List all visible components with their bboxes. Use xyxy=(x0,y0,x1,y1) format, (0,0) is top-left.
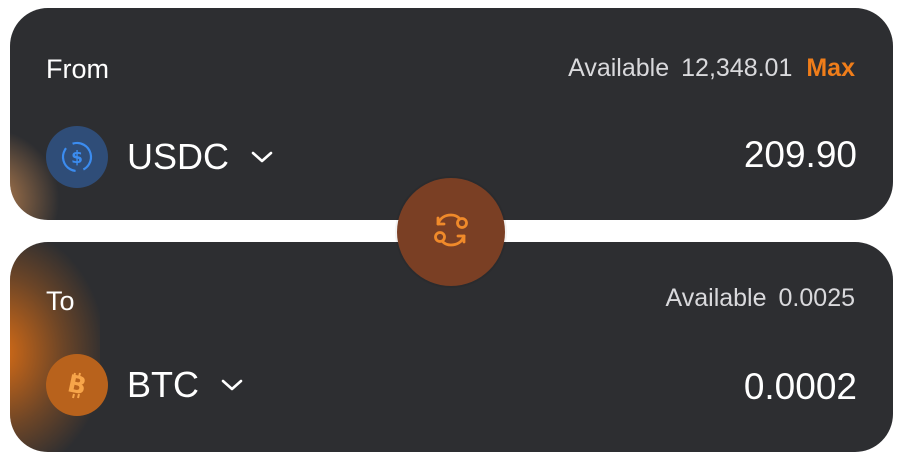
usdc-coin-icon: $ xyxy=(46,126,108,188)
to-available: Available 0.0025 xyxy=(666,284,855,313)
svg-text:$: $ xyxy=(71,148,83,168)
from-available-value: 12,348.01 xyxy=(681,54,793,82)
to-token-symbol: BTC xyxy=(127,364,199,405)
from-token-selector[interactable]: $ USDC xyxy=(46,126,273,188)
from-label: From xyxy=(46,54,109,84)
to-label: To xyxy=(46,286,75,316)
swap-widget: From Available 12,348.01 Max $ USDC 209.90… xyxy=(0,0,902,464)
chevron-down-icon xyxy=(221,378,243,392)
bitcoin-coin-icon: B xyxy=(46,354,108,416)
to-available-label: Available xyxy=(665,284,767,312)
from-available-label: Available xyxy=(568,54,670,82)
from-amount-input[interactable]: 209.90 xyxy=(744,134,857,176)
swap-arrows-icon xyxy=(429,208,473,257)
swap-button[interactable] xyxy=(397,178,505,286)
from-token-symbol: USDC xyxy=(127,136,230,177)
to-available-value: 0.0025 xyxy=(778,284,855,312)
from-available: Available 12,348.01 Max xyxy=(568,54,855,83)
chevron-down-icon xyxy=(251,150,273,164)
svg-text:B: B xyxy=(65,369,89,400)
to-token-selector[interactable]: B BTC xyxy=(46,354,243,416)
to-amount-input[interactable]: 0.0002 xyxy=(744,366,857,408)
max-button[interactable]: Max xyxy=(806,54,855,82)
